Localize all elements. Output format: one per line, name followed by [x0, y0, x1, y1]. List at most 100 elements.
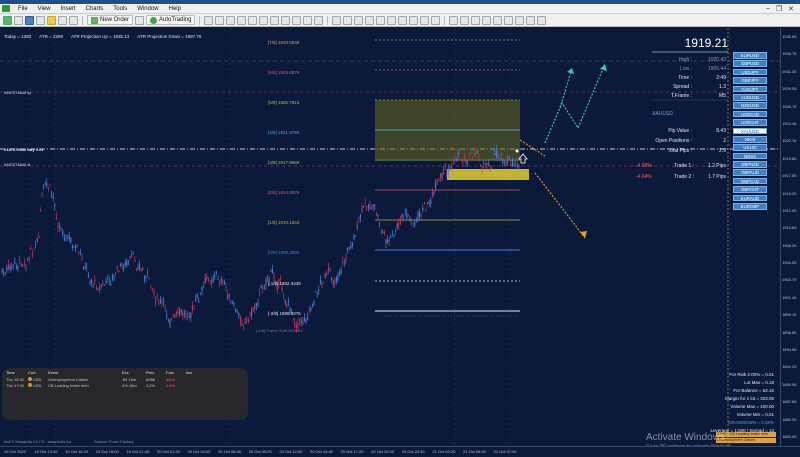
demand-zone: [447, 169, 529, 180]
profiles-icon[interactable]: [14, 15, 23, 25]
symbol-button-cadjpy[interactable]: CADJPY: [733, 85, 767, 93]
calendar-row[interactable]: Thu 17:00 USD CB Leading Index m/m 0% 45…: [6, 383, 202, 388]
tile-windows-icon[interactable]: [259, 15, 269, 25]
candle-body: [324, 273, 326, 279]
menu-insert[interactable]: Insert: [56, 6, 81, 12]
zoom-out-icon[interactable]: [248, 15, 258, 25]
text-label-icon[interactable]: [420, 15, 430, 25]
strategy-tester-icon[interactable]: [69, 15, 78, 25]
menu-window[interactable]: Window: [132, 6, 163, 12]
candle-body: [81, 257, 83, 260]
close-icon[interactable]: ✕: [788, 5, 794, 13]
menu-view[interactable]: View: [33, 6, 56, 12]
navigator-icon[interactable]: [47, 15, 56, 25]
horizontal-line-icon[interactable]: [365, 15, 375, 25]
symbol-button-nksi[interactable]: NKSI: [733, 135, 767, 143]
data-window-icon[interactable]: [36, 15, 45, 25]
text-icon[interactable]: [409, 15, 419, 25]
candle-body: [177, 312, 179, 314]
zoom-in-icon[interactable]: [237, 15, 247, 25]
candle-body: [310, 307, 312, 311]
murrey-level: [4/8] 1921.8750: [268, 130, 299, 135]
order-sl-tag[interactable]: #187274642 sl: [4, 162, 30, 167]
symbol-button-ndsx[interactable]: NDSX: [733, 152, 767, 160]
symbol-button-gbpaud[interactable]: GBPAUD: [733, 169, 767, 177]
symbol-button-usdcad[interactable]: USDCAD: [733, 110, 767, 118]
candle-body: [57, 225, 59, 228]
order-tp-tag[interactable]: #187274642 tp: [4, 90, 31, 95]
symbol-button-xauusd[interactable]: XAUUSD: [733, 127, 767, 135]
symbol-button-uk100[interactable]: UK100: [733, 144, 767, 151]
candle-body: [395, 230, 397, 232]
symbol-button-usdchf[interactable]: USDCHF: [733, 119, 767, 126]
candle-body: [380, 230, 382, 232]
new-chart-icon[interactable]: [3, 15, 12, 25]
equidistant-channel-icon[interactable]: [387, 15, 397, 25]
autoscroll-icon[interactable]: [281, 15, 291, 25]
period-h4-icon[interactable]: [504, 15, 514, 25]
candle-body: [103, 284, 105, 286]
symbol-button-gbpcad[interactable]: GBPCAD: [733, 177, 767, 185]
autotrading-label: AutoTrading: [159, 17, 192, 23]
info-total-pips: Total Pips : 2.9: [640, 148, 728, 154]
col-currency: Curr.: [28, 370, 37, 375]
metaeditor-icon[interactable]: [135, 15, 145, 25]
symbol-button-gbpchf[interactable]: GBPCHF: [733, 186, 767, 193]
period-m5-icon[interactable]: [460, 15, 470, 25]
order-buy-tag[interactable]: #187274642 buy 0.01: [4, 147, 43, 152]
trendline-icon[interactable]: [376, 15, 386, 25]
minimize-icon[interactable]: –: [766, 5, 770, 13]
symbol-button-eurusd[interactable]: EURUSD: [733, 52, 767, 59]
bar-chart-icon[interactable]: [204, 15, 214, 25]
symbol-button-eurgbp[interactable]: EURGBP: [733, 203, 767, 210]
symbol-button-gbpjpy[interactable]: GBPJPY: [733, 77, 767, 84]
symbol-button-usdjpy[interactable]: USDJPY: [733, 68, 767, 76]
candle-body: [371, 208, 373, 210]
time-tick: 21 Oct 02:20: [432, 449, 456, 454]
symbol-button-audusd[interactable]: AUDUSD: [733, 93, 767, 101]
autotrading-button[interactable]: AutoTrading: [146, 15, 196, 25]
candle-body: [223, 281, 225, 284]
crosshair-icon[interactable]: [343, 15, 353, 25]
cursor-icon[interactable]: [332, 15, 342, 25]
trade-label: Trade 2 :: [674, 174, 694, 180]
menu-tools[interactable]: Tools: [108, 6, 132, 12]
new-order-button[interactable]: New Order: [87, 15, 134, 25]
candle-body: [399, 218, 401, 224]
symbol-button-nzdusd[interactable]: NZDUSD: [733, 102, 767, 109]
periods-icon[interactable]: [303, 15, 313, 25]
period-h1-icon[interactable]: [493, 15, 503, 25]
period-m30-icon[interactable]: [482, 15, 492, 25]
market-watch-icon[interactable]: [25, 15, 34, 25]
restore-icon[interactable]: ❐: [776, 5, 782, 13]
candle-body: [206, 276, 208, 280]
line-chart-icon[interactable]: [226, 15, 236, 25]
menu-charts[interactable]: Charts: [81, 6, 109, 12]
candle-body: [68, 236, 70, 240]
menu-help[interactable]: Help: [164, 6, 186, 12]
app-icon: [2, 5, 10, 12]
calendar-row[interactable]: Thu 15:30 USD Unemployment Claims JM 15m…: [6, 377, 202, 382]
chart-shift-icon[interactable]: [270, 15, 280, 25]
period-w1-icon[interactable]: [526, 15, 536, 25]
vertical-line-icon[interactable]: [354, 15, 364, 25]
symbol-button-gbpusd[interactable]: GBPUSD: [733, 60, 767, 67]
bullish-projection: [544, 63, 606, 144]
terminal-icon[interactable]: [58, 15, 67, 25]
arrows-icon[interactable]: [431, 15, 441, 25]
symbol-button-euraud[interactable]: EURAUD: [733, 194, 767, 202]
templates-icon[interactable]: [314, 15, 324, 25]
indicators-icon[interactable]: [292, 15, 302, 25]
period-m15-icon[interactable]: [471, 15, 481, 25]
time-tick: 20 Oct 06:40: [218, 449, 242, 454]
symbol-button-gbpnzd[interactable]: GBPNZD: [733, 161, 767, 168]
candle-body: [233, 302, 235, 305]
candle-body: [318, 289, 320, 291]
fibonacci-icon[interactable]: [398, 15, 408, 25]
candle-body: [497, 154, 499, 158]
period-d1-icon[interactable]: [515, 15, 525, 25]
menu-file[interactable]: File: [13, 6, 33, 12]
candlestick-icon[interactable]: [215, 15, 225, 25]
period-mn-icon[interactable]: [537, 15, 547, 25]
period-m1-icon[interactable]: [449, 15, 459, 25]
